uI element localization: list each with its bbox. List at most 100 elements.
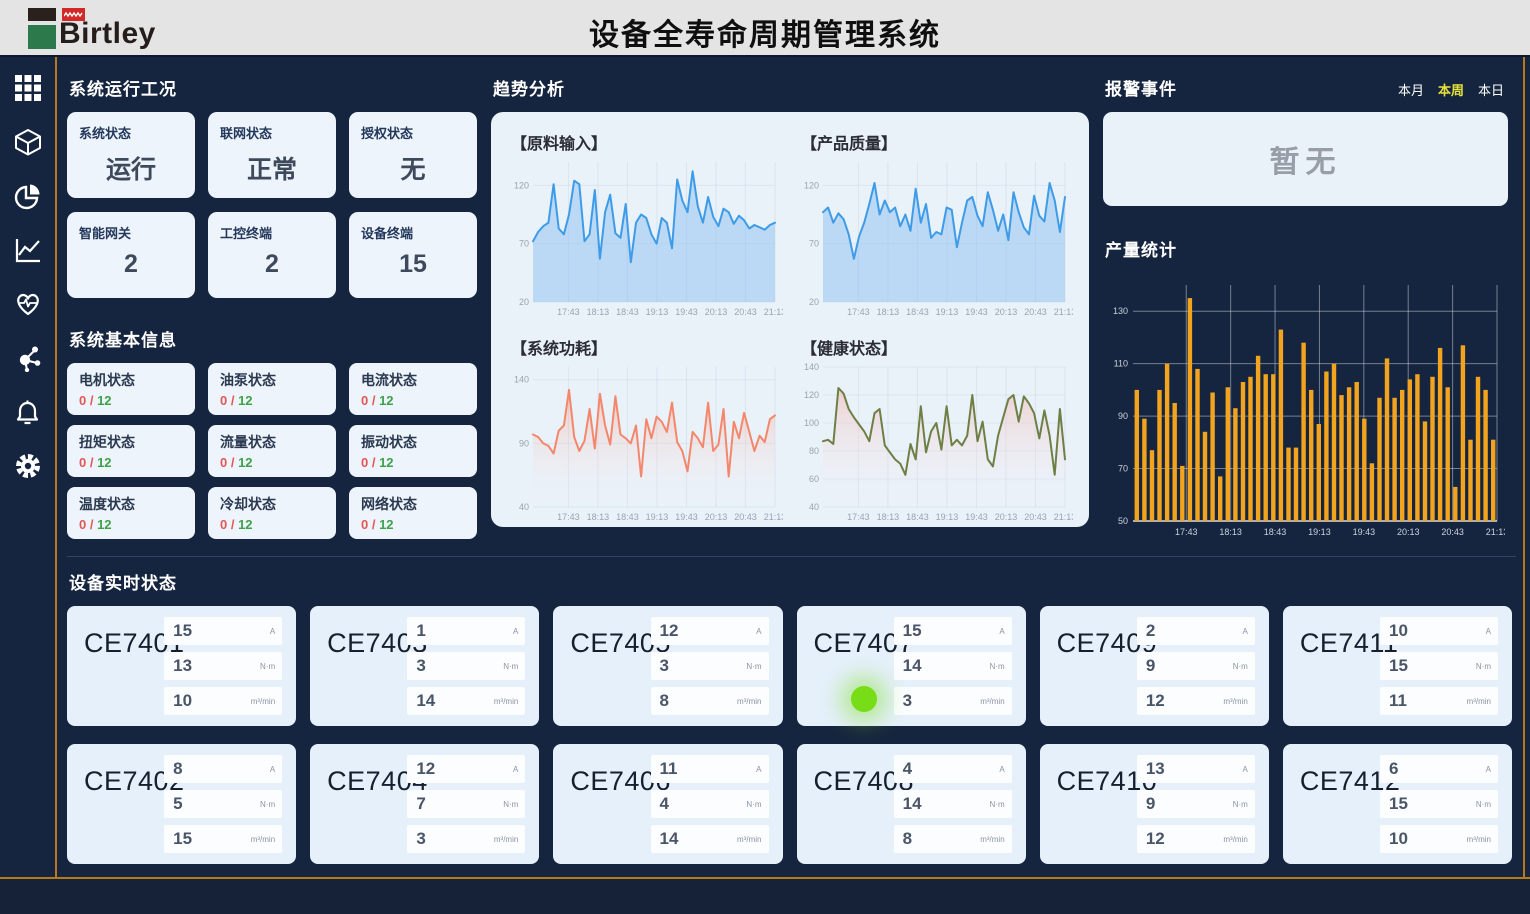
device-reading-unit: A (513, 627, 518, 636)
device-card-CE7409[interactable]: CE74092A9N·m12m³/min (1040, 606, 1269, 726)
device-running-indicator (851, 686, 877, 712)
svg-text:21:13: 21:13 (764, 512, 783, 522)
alarm-tab-本周[interactable]: 本周 (1438, 80, 1464, 99)
device-card-CE7406[interactable]: CE740611A4N·m14m³/min (553, 744, 782, 864)
device-reading-value: 14 (903, 656, 922, 676)
status-card-value: 无 (361, 150, 465, 186)
gear-icon[interactable] (13, 451, 43, 481)
svg-text:50: 50 (1118, 516, 1128, 526)
svg-text:18:43: 18:43 (616, 512, 639, 522)
sidebar-nav (0, 57, 57, 877)
alarm-tab-本日[interactable]: 本日 (1478, 80, 1504, 99)
device-reading-unit: N·m (1476, 800, 1491, 809)
device-reading-value: 14 (660, 829, 679, 849)
chart-raw-input-title: 【原料输入】 (511, 130, 787, 154)
device-reading-row: 14m³/min (407, 687, 525, 715)
device-reading-value: 15 (903, 621, 922, 641)
svg-text:20:43: 20:43 (1441, 527, 1464, 537)
device-reading-value: 15 (1389, 656, 1408, 676)
device-reading-unit: m³/min (1467, 697, 1491, 706)
device-reading-unit: N·m (503, 800, 518, 809)
status-card-label: 设备终端 (361, 223, 465, 242)
body-area: 系统运行工况 系统状态运行联网状态正常授权状态无智能网关2工控终端2设备终端15… (0, 57, 1530, 877)
info-card-label: 冷却状态 (220, 494, 324, 514)
svg-text:19:43: 19:43 (965, 307, 988, 317)
device-card-CE7407[interactable]: CE740715A14N·m3m³/min (797, 606, 1026, 726)
device-card-CE7403[interactable]: CE74031A3N·m14m³/min (310, 606, 539, 726)
pie-chart-icon[interactable] (13, 181, 43, 211)
device-reading-row: 3m³/min (894, 687, 1012, 715)
device-reading-row: 10A (1380, 617, 1498, 645)
svg-text:18:13: 18:13 (877, 307, 900, 317)
device-reading-unit: m³/min (980, 835, 1004, 844)
info-card-冷却状态: 冷却状态0 / 12 (208, 487, 336, 539)
info-card-电流状态: 电流状态0 / 12 (349, 363, 477, 415)
device-card-CE7408[interactable]: CE74084A14N·m8m³/min (797, 744, 1026, 864)
svg-text:21:13: 21:13 (1054, 307, 1073, 317)
svg-text:18:43: 18:43 (906, 307, 929, 317)
chart-health-state-plot: 17:4318:1318:4319:1319:4320:1320:4321:13… (797, 359, 1073, 525)
device-reading-row: 14N·m (894, 790, 1012, 818)
production-title: 产量统计 (1105, 236, 1516, 261)
status-card-设备终端: 设备终端15 (349, 212, 477, 298)
device-reading-row: 11A (651, 755, 769, 783)
device-reading-row: 8A (164, 755, 282, 783)
alarm-tab-本月[interactable]: 本月 (1398, 80, 1424, 99)
svg-text:90: 90 (519, 438, 529, 448)
alarm-empty-text: 暂无 (1270, 137, 1342, 181)
svg-text:120: 120 (804, 180, 819, 190)
device-card-CE7404[interactable]: CE740412A7N·m3m³/min (310, 744, 539, 864)
device-card-CE7411[interactable]: CE741110A15N·m11m³/min (1283, 606, 1512, 726)
total-count: 12 (97, 517, 111, 532)
device-reading-unit: A (513, 765, 518, 774)
device-reading-value: 13 (1146, 759, 1165, 779)
svg-text:40: 40 (809, 502, 819, 512)
svg-text:20:43: 20:43 (1024, 512, 1047, 522)
line-chart-icon[interactable] (13, 235, 43, 265)
device-reading-value: 12 (660, 621, 679, 641)
svg-text:60: 60 (809, 474, 819, 484)
info-card-温度状态: 温度状态0 / 12 (67, 487, 195, 539)
trend-title: 趋势分析 (493, 75, 1089, 100)
device-card-CE7401[interactable]: CE740115A13N·m10m³/min (67, 606, 296, 726)
bell-icon[interactable] (13, 397, 43, 427)
apps-grid-icon[interactable] (13, 73, 43, 103)
info-card-label: 电流状态 (361, 370, 465, 390)
device-reading-value: 12 (1146, 691, 1165, 711)
svg-text:17:43: 17:43 (1175, 527, 1198, 537)
svg-text:19:13: 19:13 (646, 307, 669, 317)
info-card-count: 0 / 12 (79, 455, 183, 470)
device-card-CE7412[interactable]: CE74126A15N·m10m³/min (1283, 744, 1512, 864)
device-reading-value: 12 (1146, 829, 1165, 849)
device-reading-unit: N·m (746, 662, 761, 671)
status-card-label: 智能网关 (79, 223, 183, 242)
info-card-油泵状态: 油泵状态0 / 12 (208, 363, 336, 415)
device-reading-value: 8 (903, 829, 912, 849)
footer-bar (0, 879, 1530, 914)
total-count: 12 (379, 393, 393, 408)
info-card-label: 网络状态 (361, 494, 465, 514)
svg-text:140: 140 (514, 375, 529, 385)
device-reading-value: 3 (660, 656, 669, 676)
cube-3d-icon[interactable] (13, 127, 43, 157)
svg-text:90: 90 (1118, 411, 1128, 421)
health-pulse-icon[interactable] (13, 289, 43, 319)
device-card-CE7410[interactable]: CE741013A9N·m12m³/min (1040, 744, 1269, 864)
device-reading-unit: N·m (1233, 800, 1248, 809)
info-card-label: 温度状态 (79, 494, 183, 514)
svg-text:18:43: 18:43 (906, 512, 929, 522)
device-reading-value: 9 (1146, 656, 1155, 676)
molecule-icon[interactable] (13, 343, 43, 373)
device-reading-row: 3N·m (407, 652, 525, 680)
chart-health-state-title: 【健康状态】 (801, 335, 1077, 359)
device-card-CE7405[interactable]: CE740512A3N·m8m³/min (553, 606, 782, 726)
info-card-count: 0 / 12 (79, 393, 183, 408)
device-readings: 11A4N·m14m³/min (651, 755, 769, 853)
device-reading-value: 4 (903, 759, 912, 779)
device-reading-row: 10m³/min (1380, 825, 1498, 853)
info-card-count: 0 / 12 (361, 455, 465, 470)
count-separator: / (227, 517, 238, 532)
device-reading-unit: N·m (260, 800, 275, 809)
device-card-CE7402[interactable]: CE74028A5N·m15m³/min (67, 744, 296, 864)
system-info-grid: 电机状态0 / 12油泵状态0 / 12电流状态0 / 12扭矩状态0 / 12… (67, 363, 477, 539)
